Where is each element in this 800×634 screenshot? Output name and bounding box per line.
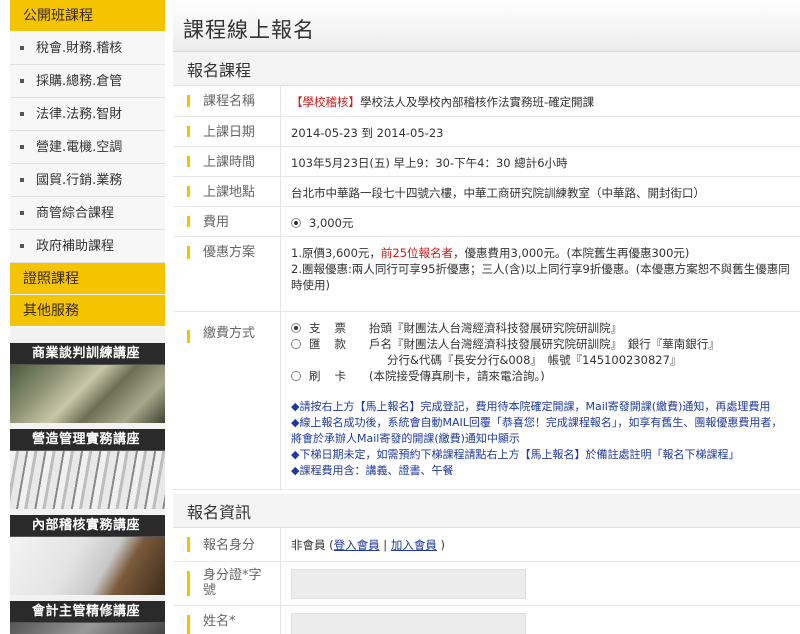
payment-notes: ◆請按右上方【馬上報名】完成登記，費用待本院確定開課，Mail寄發開課(繳費)通… [291,399,790,479]
course-name-value: 【學校稽核】學校法人及學校內部稽核作法實務班-確定開課 [291,95,595,109]
discount-line-1: 1.原價3,600元，前25位報名者，優惠費用3,000元。(本院舊生再優惠30… [291,246,690,260]
row-course-fee: 費用 3,000元 [173,207,800,237]
row-discount: 優惠方案 1.原價3,600元，前25位報名者，優惠費用3,000元。(本院舊生… [173,237,800,312]
sidebar-category-public-courses[interactable]: 公開班課程 [10,0,165,32]
bullet-icon [20,243,24,248]
name-input[interactable] [291,613,526,634]
row-payment: 繳費方式 支票 抬頭『財團法人台灣經濟科技發展研究院研訓院』 匯款 戶名『財團法… [173,312,800,490]
payment-note: ◆課程費用含：講義、證書、午餐 [291,464,454,477]
banner-image [10,623,165,634]
banner-accounting-supervisor[interactable]: 會計主管精修講座 [10,601,165,634]
row-identity: 報名身分 非會員 (登入會員 | 加入會員 ) [173,528,800,562]
bullet-icon [20,210,24,215]
field-label: 上課日期 [173,117,281,146]
banner-negotiation[interactable]: 商業談判訓練講座 [10,343,165,423]
row-course-date: 上課日期 2014-05-23 到 2014-05-23 [173,117,800,147]
sidebar-item-tax-finance[interactable]: 稅會.財務.稽核 [10,32,165,65]
banner-title: 內部稽核實務講座 [10,515,165,537]
bullet-icon [20,177,24,182]
field-label: 姓名* [173,606,281,634]
banner-image [10,451,165,509]
row-course-time: 上課時間 103年5月23日(五) 早上9：30-下午4：30 總計6小時 [173,147,800,177]
banner-title: 商業談判訓練講座 [10,343,165,365]
field-label: 繳費方式 [173,312,281,489]
payment-option-check: 支票 抬頭『財團法人台灣經濟科技發展研究院研訓院』 [291,320,790,336]
field-label: 課程名稱 [173,86,281,116]
field-label: 費用 [173,207,281,236]
payment-note: ◆下梯日期未定，如需預約下梯課程請點右上方【馬上報名】於備註處註明「報名下梯課程… [291,448,740,461]
payment-note: ◆線上報名成功後，系統會自動MAIL回覆「恭喜您！完成課程報名」，如享有舊生、團… [291,416,783,445]
page-title: 課程線上報名 [183,18,315,42]
login-member-link[interactable]: 登入會員 [334,538,380,552]
sidebar-item-government-subsidy[interactable]: 政府補助課程 [10,230,165,263]
payment-check-radio[interactable] [291,322,301,333]
sidebar: 公開班課程 稅會.財務.稽核 採購.總務.倉管 法律.法務.智財 營建.電機.空… [10,0,165,634]
discount-line-2: 2.團報優惠:兩人同行可享95折優惠；三人(含)以上同行享9折優惠。(本優惠方案… [291,262,790,292]
sidebar-category-other-services[interactable]: 其他服務 [10,295,165,327]
payment-card-radio[interactable] [291,370,301,381]
field-label: 優惠方案 [173,237,281,311]
field-label: 報名身分 [173,528,281,561]
section-title-registration: 報名資訊 [173,494,800,528]
main-content: 課程線上報名 報名課程 課程名稱 【學校稽核】學校法人及學校內部稽核作法實務班-… [173,0,800,634]
bullet-icon [20,78,24,83]
payment-value: 支票 抬頭『財團法人台灣經濟科技發展研究院研訓院』 匯款 戶名『財團法人台灣經濟… [281,312,800,489]
sidebar-item-business-management[interactable]: 商管綜合課程 [10,197,165,230]
join-member-link[interactable]: 加入會員 [391,538,437,552]
banner-image [10,365,165,423]
course-date-value: 2014-05-23 到 2014-05-23 [291,126,444,140]
banner-image [10,537,165,595]
sidebar-item-purchasing[interactable]: 採購.總務.倉管 [10,65,165,98]
sidebar-category-certification[interactable]: 證照課程 [10,263,165,295]
row-course-location: 上課地點 台北市中華路一段七十四號六樓，中華工商研究院訓練教室（中華路、開封街口… [173,177,800,207]
field-label: 上課時間 [173,147,281,176]
row-id-number: 身分證*字號 [173,562,800,606]
course-tag: 【學校稽核】 [291,95,360,109]
sidebar-item-legal[interactable]: 法律.法務.智財 [10,98,165,131]
course-time-value: 103年5月23日(五) 早上9：30-下午4：30 總計6小時 [291,156,568,170]
row-course-name: 課程名稱 【學校稽核】學校法人及學校內部稽核作法實務班-確定開課 [173,86,800,117]
course-location-value: 台北市中華路一段七十四號六樓，中華工商研究院訓練教室（中華路、開封街口） [291,186,705,200]
payment-option-remit: 匯款 戶名『財團法人台灣經濟科技發展研究院研訓院』 銀行『華南銀行』 [291,336,790,352]
banner-internal-audit[interactable]: 內部稽核實務講座 [10,515,165,595]
fee-radio[interactable] [291,217,301,228]
discount-value: 1.原價3,600元，前25位報名者，優惠費用3,000元。(本院舊生再優惠30… [281,237,800,311]
identity-value: 非會員 (登入會員 | 加入會員 ) [291,538,445,552]
banner-construction-management[interactable]: 營造管理實務講座 [10,429,165,509]
bullet-icon [20,111,24,116]
course-fee-value: 3,000元 [281,207,800,236]
sidebar-item-trade-marketing[interactable]: 國貿.行銷.業務 [10,164,165,197]
field-label: 上課地點 [173,177,281,206]
payment-remit-radio[interactable] [291,338,301,349]
payment-remit-detail: 分行&代碼『長安分行&008』 帳號『145100230827』 [387,353,682,367]
row-name: 姓名* [173,606,800,634]
payment-note: ◆請按右上方【馬上報名】完成登記，費用待本院確定開課，Mail寄發開課(繳費)通… [291,400,771,413]
sidebar-item-construction[interactable]: 營建.電機.空調 [10,131,165,164]
page-header: 課程線上報名 [173,0,800,52]
banner-title: 會計主管精修講座 [10,601,165,623]
field-label: 身分證*字號 [173,562,281,605]
bullet-icon [20,144,24,149]
banner-title: 營造管理實務講座 [10,429,165,451]
payment-option-card: 刷卡 (本院接受傳真刷卡，請來電洽詢。) [291,368,790,384]
bullet-icon [20,45,24,50]
id-number-input[interactable] [291,569,526,599]
